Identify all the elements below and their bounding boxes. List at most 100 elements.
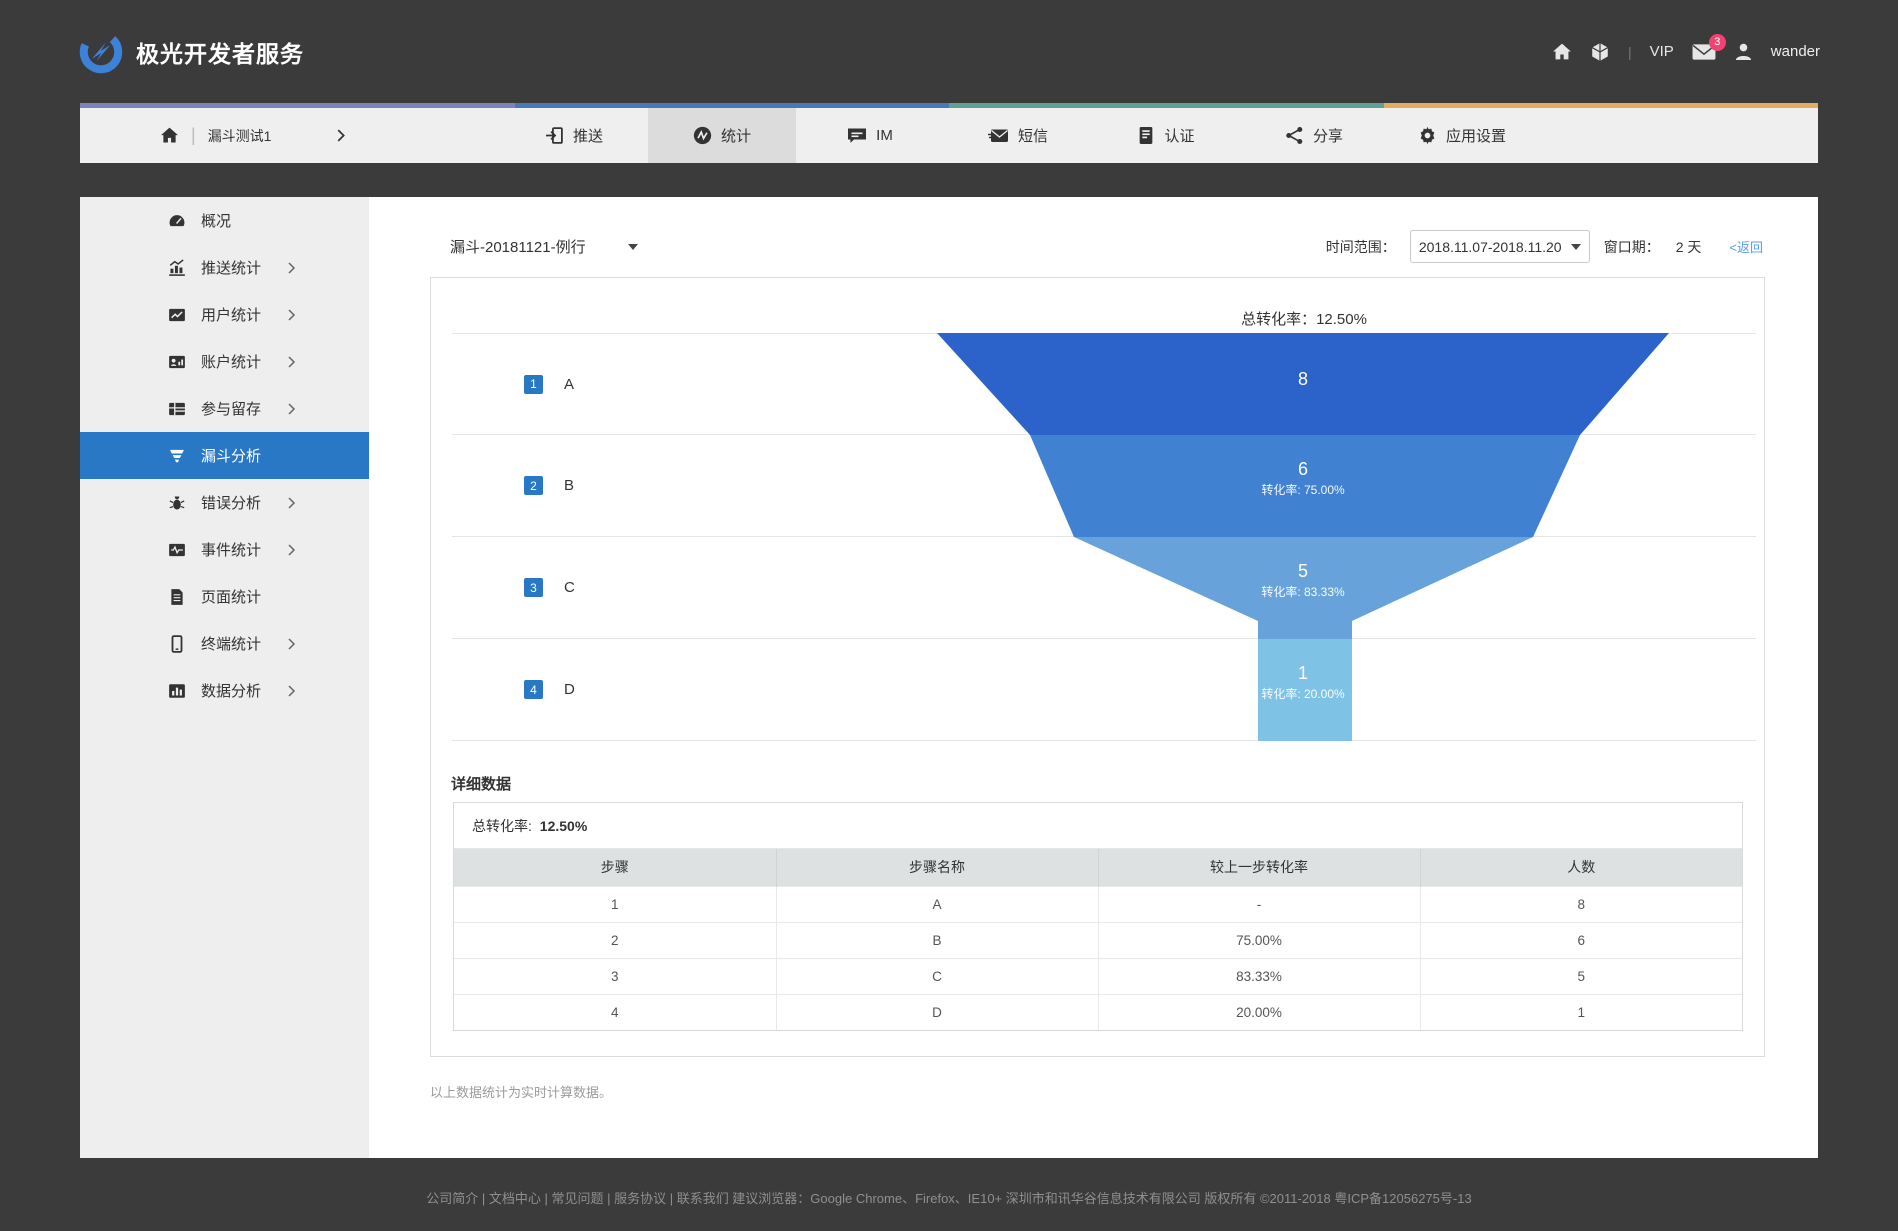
table-cell: 4: [454, 994, 776, 1030]
time-range-select[interactable]: 2018.11.07-2018.11.20: [1410, 230, 1590, 263]
table-cell: 5: [1420, 958, 1742, 994]
sidebar: 概况推送统计用户统计账户统计参与留存漏斗分析错误分析事件统计页面统计终端统计数据…: [80, 197, 369, 1158]
table-row: 3C83.33%5: [454, 958, 1742, 994]
breadcrumb-chevron-icon[interactable]: [337, 129, 346, 142]
breadcrumb-divider: |: [191, 125, 196, 146]
breadcrumb: | 漏斗测试1: [80, 108, 500, 163]
detail-table: 步骤步骤名称较上一步转化率人数 1A-82B75.00%63C83.33%54D…: [454, 849, 1742, 1030]
brand-logo-icon: [78, 29, 124, 75]
sidebar-item-error-analysis[interactable]: 错误分析: [80, 479, 369, 526]
stats-icon: [693, 126, 712, 145]
step-name: C: [564, 579, 575, 596]
share-icon: [1285, 126, 1304, 145]
sidebar-item-label: 推送统计: [201, 257, 261, 278]
sidebar-item-page-stats[interactable]: 页面统计: [80, 573, 369, 620]
chevron-right-icon: [283, 262, 301, 274]
tab-sms[interactable]: 短信: [944, 108, 1092, 163]
funnel-chart: 1A2B3C4D86转化率: 75.00%5转化率: 83.33%1转化率: 2…: [431, 333, 1764, 741]
tab-label: 推送: [573, 125, 603, 146]
table-header-cell: 步骤名称: [776, 849, 1098, 886]
sidebar-item-account-stats[interactable]: 账户统计: [80, 338, 369, 385]
user-icon[interactable]: [1734, 42, 1753, 61]
table-row: 2B75.00%6: [454, 922, 1742, 958]
tab-push[interactable]: 推送: [500, 108, 648, 163]
tab-label: 统计: [721, 125, 751, 146]
funnel-segment-3[interactable]: [1074, 537, 1533, 639]
detail-heading: 详细数据: [451, 773, 511, 794]
chevron-right-icon: [283, 356, 301, 368]
app-footer: 公司简介 | 文档中心 | 常见问题 | 服务协议 | 联系我们 建议浏览器：G…: [0, 1158, 1898, 1231]
window-value: 2 天: [1676, 237, 1702, 257]
document-icon: [168, 588, 186, 606]
nav-tabs: 推送 统计 IM 短信 认证 分享 应用设置: [500, 108, 1536, 163]
sms-icon: [988, 127, 1009, 145]
tab-label: IM: [876, 127, 893, 144]
step-name: B: [564, 477, 574, 494]
back-link[interactable]: <返回: [1729, 237, 1763, 256]
sidebar-item-push-stats[interactable]: 推送统计: [80, 244, 369, 291]
table-cell: 8: [1420, 886, 1742, 922]
toolbar-right: 时间范围： 2018.11.07-2018.11.20 窗口期： 2 天 <返回: [1326, 230, 1763, 263]
sidebar-item-funnel-analysis[interactable]: 漏斗分析: [80, 432, 369, 479]
chevron-right-icon: [283, 685, 301, 697]
tab-label: 短信: [1018, 125, 1048, 146]
funnel-row-label: 4D: [452, 680, 575, 699]
im-icon: [847, 126, 867, 145]
chevron-right-icon: [283, 497, 301, 509]
push-icon: [545, 126, 564, 145]
table-row: 4D20.00%1: [454, 994, 1742, 1030]
content: 概况推送统计用户统计账户统计参与留存漏斗分析错误分析事件统计页面统计终端统计数据…: [80, 197, 1818, 1158]
cube-icon[interactable]: [1590, 42, 1610, 62]
user-trend-icon: [168, 306, 186, 324]
funnel-select[interactable]: 漏斗-20181121-例行: [430, 236, 638, 257]
table-cell: 20.00%: [1098, 994, 1420, 1030]
breadcrumb-app-name[interactable]: 漏斗测试1: [208, 126, 272, 146]
tab-app-settings[interactable]: 应用设置: [1388, 108, 1536, 163]
table-total-label: 总转化率:: [472, 818, 532, 834]
breadcrumb-home-icon[interactable]: [160, 126, 179, 145]
table-total-row: 总转化率: 12.50%: [454, 803, 1742, 849]
main-panel: 漏斗-20181121-例行 时间范围： 2018.11.07-2018.11.…: [369, 197, 1818, 1158]
sidebar-item-data-analysis[interactable]: 数据分析: [80, 667, 369, 714]
table-cell: -: [1098, 886, 1420, 922]
table-total-value: 12.50%: [540, 818, 587, 834]
mail-icon[interactable]: 3: [1692, 43, 1716, 61]
gauge-icon: [168, 212, 186, 230]
window-label: 窗口期：: [1604, 237, 1660, 257]
chevron-right-icon: [283, 309, 301, 321]
header-actions: | VIP 3 wander: [1552, 42, 1820, 62]
funnel-shape[interactable]: [937, 333, 1669, 741]
funnel-segment-4[interactable]: [1258, 639, 1352, 741]
sidebar-item-event-stats[interactable]: 事件统计: [80, 526, 369, 573]
tab-label: 认证: [1164, 125, 1194, 146]
step-name: D: [564, 681, 575, 698]
mail-badge: 3: [1709, 34, 1726, 51]
table-row: 1A-8: [454, 886, 1742, 922]
sidebar-item-user-stats[interactable]: 用户统计: [80, 291, 369, 338]
table-cell: A: [776, 886, 1098, 922]
funnel-segment-1[interactable]: [937, 333, 1669, 435]
sidebar-item-retention[interactable]: 参与留存: [80, 385, 369, 432]
sidebar-item-label: 终端统计: [201, 633, 261, 654]
sidebar-item-device-stats[interactable]: 终端统计: [80, 620, 369, 667]
table-cell: 75.00%: [1098, 922, 1420, 958]
vip-link[interactable]: VIP: [1650, 43, 1674, 60]
funnel-select-value: 漏斗-20181121-例行: [450, 236, 586, 257]
username[interactable]: wander: [1771, 43, 1820, 60]
tab-stats[interactable]: 统计: [648, 108, 796, 163]
tab-label: 分享: [1313, 125, 1343, 146]
step-badge: 4: [524, 680, 543, 699]
table-cell: 1: [454, 886, 776, 922]
funnel-segment-2[interactable]: [1030, 435, 1580, 537]
step-badge: 3: [524, 578, 543, 597]
chevron-right-icon: [283, 544, 301, 556]
funnel-row-label: 3C: [452, 578, 575, 597]
tab-share[interactable]: 分享: [1240, 108, 1388, 163]
home-icon[interactable]: [1552, 42, 1572, 62]
tab-auth[interactable]: 认证: [1092, 108, 1240, 163]
sidebar-item-overview[interactable]: 概况: [80, 197, 369, 244]
caret-down-icon: [628, 244, 638, 250]
step-name: A: [564, 376, 574, 393]
time-range-label: 时间范围：: [1326, 237, 1396, 257]
tab-im[interactable]: IM: [796, 108, 944, 163]
